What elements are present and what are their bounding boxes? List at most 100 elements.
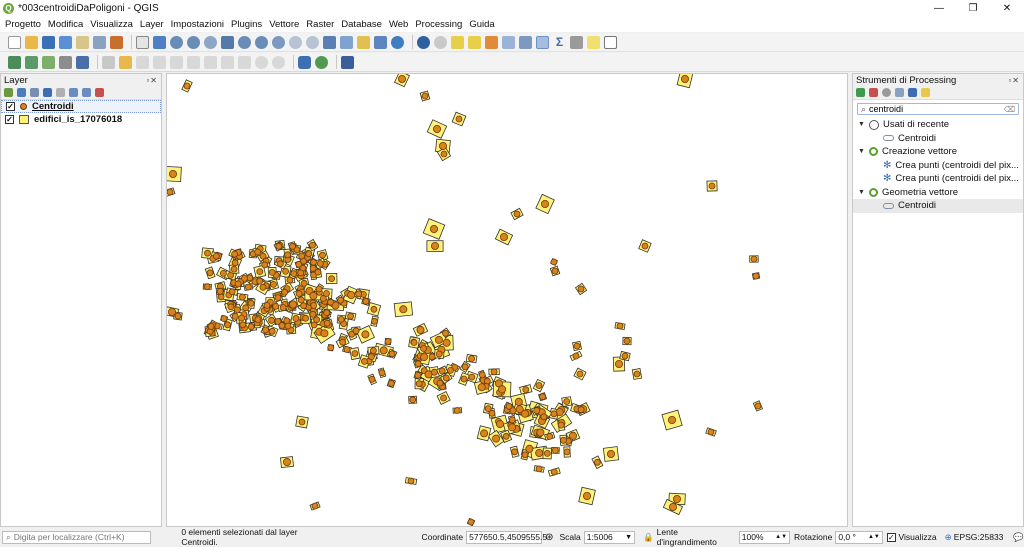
zoom-native-icon[interactable] [272, 35, 285, 49]
zoom-to-layer-icon[interactable] [255, 35, 268, 49]
layout-manager-icon[interactable] [93, 35, 106, 49]
zoom-to-selection-icon[interactable] [238, 35, 251, 49]
expand-arrow-icon[interactable]: ▼ [857, 148, 866, 155]
save-edits-icon[interactable] [136, 55, 149, 69]
current-edits-icon[interactable] [102, 55, 115, 69]
scale-combo[interactable]: 1:5006 ▼ [583, 530, 636, 544]
menu-raster[interactable]: Raster [306, 19, 334, 30]
add-group-icon[interactable] [17, 88, 26, 97]
coordinate-toggle-icon[interactable]: ⊛ [545, 532, 553, 543]
new-virtual-layer-icon[interactable] [76, 55, 89, 69]
style-manager-icon[interactable] [110, 35, 123, 49]
menu-layer[interactable]: Layer [140, 19, 164, 30]
new-3d-view-icon[interactable] [340, 35, 353, 49]
results-viewer-icon[interactable] [895, 88, 904, 97]
crs-label[interactable]: EPSG:25833 [954, 532, 1004, 542]
menu-web[interactable]: Web [389, 19, 408, 30]
cut-features-icon[interactable] [204, 55, 217, 69]
rotation-spinbox[interactable]: 0,0 ° ▲▼ [835, 530, 883, 544]
spin-arrows-icon[interactable]: ▲▼ [868, 534, 880, 540]
processing-tree-item[interactable]: ▼ Creazione vettore [853, 145, 1023, 159]
python-console-icon[interactable] [298, 55, 311, 69]
undo-icon[interactable] [255, 55, 268, 69]
zoom-rubberband-icon[interactable] [204, 35, 217, 49]
show-bookmarks-icon[interactable] [374, 35, 387, 49]
remove-layer-icon[interactable] [95, 88, 104, 97]
maximize-button[interactable]: ❐ [956, 0, 990, 17]
panel-float-close-icon[interactable]: ▫✕ [1008, 76, 1020, 85]
delete-selected-icon[interactable] [187, 55, 200, 69]
new-shapefile-icon[interactable] [42, 55, 55, 69]
menu-progetto[interactable]: Progetto [5, 19, 41, 30]
history-icon[interactable] [882, 88, 891, 97]
globe-crs-icon[interactable]: ⊕ [945, 532, 952, 543]
vertex-tool-icon[interactable] [170, 55, 183, 69]
menu-modifica[interactable]: Modifica [48, 19, 83, 30]
spin-arrows-icon[interactable]: ▲▼ [775, 534, 787, 540]
attribute-table-icon[interactable] [502, 35, 515, 49]
menu-processing[interactable]: Processing [415, 19, 462, 30]
menu-visualizza[interactable]: Visualizza [90, 19, 133, 30]
processing-tree-item[interactable]: Centroidi [853, 132, 1023, 146]
help-icon[interactable] [341, 55, 354, 69]
edit-features-in-place-icon[interactable] [908, 88, 917, 97]
expand-arrow-icon[interactable]: ▼ [857, 189, 866, 196]
open-project-icon[interactable] [25, 35, 38, 49]
processing-search-input[interactable] [869, 104, 1000, 114]
new-spatialite-icon[interactable] [59, 55, 72, 69]
menu-database[interactable]: Database [341, 19, 382, 30]
filter-expression-icon[interactable] [56, 88, 65, 97]
coordinate-field[interactable]: 577650.5,4509555.5 [466, 530, 547, 544]
print-layout-icon[interactable] [76, 35, 89, 49]
plugin-icon[interactable] [315, 55, 328, 69]
new-project-icon[interactable] [8, 35, 21, 49]
save-as-icon[interactable] [59, 35, 72, 49]
redo-icon[interactable] [272, 55, 285, 69]
menu-impostazioni[interactable]: Impostazioni [171, 19, 224, 30]
zoom-full-icon[interactable] [221, 35, 234, 49]
zoom-in-icon[interactable] [170, 35, 183, 49]
copy-features-icon[interactable] [221, 55, 234, 69]
select-features-icon[interactable] [451, 35, 464, 49]
data-source-manager-icon[interactable] [8, 55, 21, 69]
processing-tree-item[interactable]: Centroidi [853, 199, 1023, 213]
menu-plugins[interactable]: Plugins [231, 19, 262, 30]
add-feature-icon[interactable] [153, 55, 166, 69]
zoom-next-icon[interactable] [306, 35, 319, 49]
processing-toolbox-icon[interactable] [536, 35, 549, 49]
expand-arrow-icon[interactable]: ▼ [857, 121, 866, 128]
text-annotation-icon[interactable] [604, 35, 617, 49]
clear-search-icon[interactable]: ⌫ [1004, 105, 1015, 114]
close-button[interactable]: ✕ [990, 0, 1024, 17]
scripts-icon[interactable] [869, 88, 878, 97]
locator-search[interactable]: ⌕ Digita per localizzare (Ctrl+K) [2, 530, 152, 544]
save-project-icon[interactable] [42, 35, 55, 49]
minimize-button[interactable]: — [922, 0, 956, 17]
statistics-sigma-icon[interactable]: Σ [553, 35, 566, 49]
processing-tree-item[interactable]: ✻ Crea punti (centroidi del pix... [853, 172, 1023, 186]
collapse-all-icon[interactable] [82, 88, 91, 97]
processing-tree-item[interactable]: ▼ Usati di recente [853, 118, 1023, 132]
filter-legend-icon[interactable] [43, 88, 52, 97]
options-icon[interactable] [921, 88, 930, 97]
zoom-out-icon[interactable] [187, 35, 200, 49]
processing-tree-item[interactable]: ▼ Geometria vettore [853, 186, 1023, 200]
layer-visibility-checkbox[interactable]: ✓ [6, 102, 15, 111]
models-icon[interactable] [856, 88, 865, 97]
map-render[interactable] [167, 74, 848, 527]
layer-row-centroidi[interactable]: ✓ Centroidi [1, 100, 161, 113]
expand-all-icon[interactable] [69, 88, 78, 97]
layer-row-edifici[interactable]: ✓ edifici_is_17076018 [1, 113, 161, 126]
zoom-last-icon[interactable] [289, 35, 302, 49]
identify-icon[interactable] [417, 35, 430, 49]
messages-icon[interactable]: 💬 [1013, 532, 1024, 543]
map-canvas[interactable] [166, 73, 848, 527]
layer-visibility-checkbox[interactable]: ✓ [5, 115, 14, 124]
chevron-down-icon[interactable]: ▼ [625, 534, 632, 541]
select-by-value-icon[interactable] [468, 35, 481, 49]
refresh-icon[interactable] [391, 35, 404, 49]
actions-icon[interactable] [434, 35, 447, 49]
manage-themes-icon[interactable] [30, 88, 39, 97]
pan-to-selection-icon[interactable] [153, 35, 166, 49]
processing-search[interactable]: ⌕ ⌫ [857, 103, 1019, 115]
